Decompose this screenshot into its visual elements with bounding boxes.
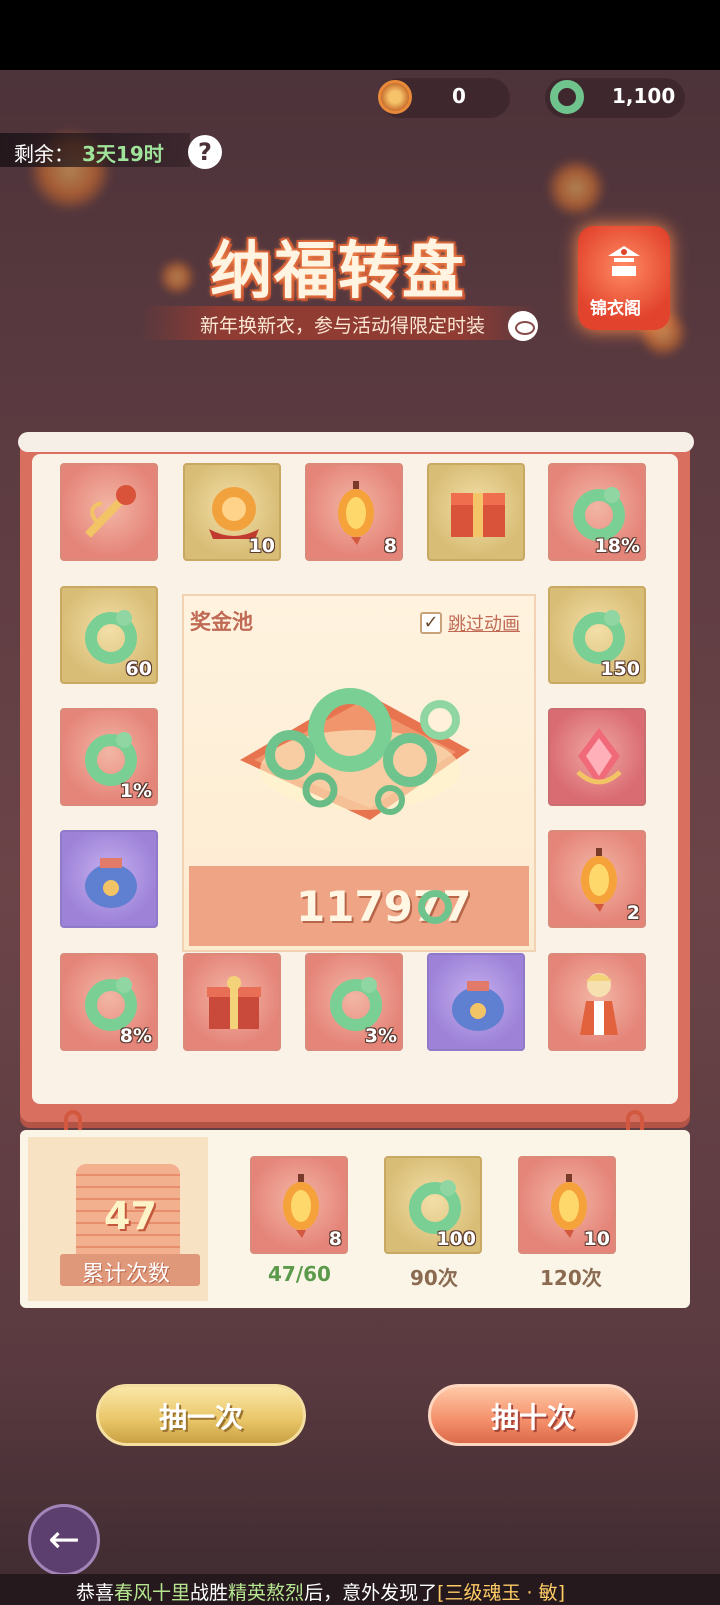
item-quantity: 8 (328, 1228, 342, 1250)
broadcast-text: 恭喜春风十里战胜精英熬烈后，意外发现了[三级魂玉 · 敏] (76, 1578, 565, 1605)
draw-ten-button[interactable]: 抽十次 (428, 1384, 638, 1446)
draw-count-value: 47 (104, 1194, 157, 1238)
item-quantity: 100 (436, 1228, 476, 1250)
help-button[interactable]: ? (188, 135, 222, 169)
item-quantity: 10 (583, 1228, 610, 1250)
ticker-part: 后，意外发现了 (304, 1582, 438, 1604)
jade-pile-image (240, 688, 470, 820)
prize-item-weapon[interactable] (60, 463, 158, 561)
draw-count-label: 累计次数 (82, 1262, 171, 1287)
gift-icon (207, 976, 261, 1029)
crystal-icon (576, 728, 622, 786)
prize-item-lantern[interactable]: 8 (250, 1156, 348, 1254)
prize-item-bag[interactable] (427, 953, 525, 1051)
prize-pool-label: 奖金池 (190, 610, 253, 634)
back-arrow-icon: ← (48, 1517, 80, 1561)
lantern-icon (338, 481, 374, 545)
item-quantity: 1% (119, 780, 152, 802)
prize-item-chest[interactable] (427, 463, 525, 561)
jade-icon (550, 80, 584, 114)
prize-item-jade[interactable]: 1% (60, 708, 158, 806)
event-subtitle: 新年换新衣，参与活动得限定时装 (200, 315, 486, 337)
prize-item-character[interactable] (548, 953, 646, 1051)
item-quantity: 3% (364, 1025, 397, 1047)
skip-animation-checkbox[interactable]: ✓ (420, 612, 442, 634)
milestone-label: 90次 (410, 1266, 458, 1290)
prize-item-jade[interactable]: 18% (548, 463, 646, 561)
timer-label: 剩余： (14, 142, 74, 166)
prize-item-lantern[interactable]: 2 (548, 830, 646, 928)
draw-one-button[interactable]: 抽一次 (96, 1384, 306, 1446)
snow-trim (18, 432, 694, 452)
milestone-label: 120次 (540, 1266, 602, 1290)
coin-icon (378, 80, 412, 114)
skip-animation-label[interactable]: 跳过动画 (448, 610, 520, 636)
prize-item-crystal[interactable] (548, 708, 646, 806)
prize-item-jade[interactable]: 3% (305, 953, 403, 1051)
prize-item-lantern[interactable]: 8 (305, 463, 403, 561)
wardrobe-label: 锦衣阁 (590, 299, 641, 319)
prize-item-lantern[interactable]: 10 (518, 1156, 616, 1254)
bag-icon (85, 858, 137, 908)
item-quantity: 10 (248, 535, 275, 557)
jade-value: 1,100 (612, 84, 676, 108)
prize-item-gift[interactable] (183, 953, 281, 1051)
item-quantity: 2 (626, 902, 640, 924)
chest-icon (451, 493, 505, 537)
weapon-icon (85, 485, 136, 538)
prize-item-jade[interactable]: 100 (384, 1156, 482, 1254)
preview-eye-icon[interactable] (508, 311, 538, 341)
item-quantity: 150 (600, 658, 640, 680)
milestone-label: 47/60 (268, 1262, 331, 1286)
prize-item-bag[interactable] (60, 830, 158, 928)
item-quantity: 8 (383, 535, 397, 557)
prize-item-jade[interactable]: 150 (548, 586, 646, 684)
status-bar (0, 0, 720, 70)
prize-item-jade[interactable]: 60 (60, 586, 158, 684)
bound-jade-icon (418, 890, 452, 924)
prize-item-jade[interactable]: 8% (60, 953, 158, 1051)
ticker-player: 春风十里 (114, 1582, 191, 1604)
item-quantity: 60 (125, 658, 152, 680)
sky-lantern-decoration (548, 160, 604, 216)
lantern-icon (581, 848, 617, 912)
ticker-part: 恭喜 (76, 1582, 115, 1604)
character-icon (580, 973, 618, 1035)
back-button[interactable]: ← (28, 1504, 100, 1576)
coin-value: 0 (452, 84, 466, 108)
prize-item-orb[interactable]: 10 (183, 463, 281, 561)
item-quantity: 18% (594, 535, 640, 557)
bag-icon (452, 981, 504, 1031)
lantern-icon (283, 1174, 319, 1238)
timer-value: 3天19时 (82, 142, 164, 166)
ticker-item: [三级魂玉 · 敏] (437, 1582, 566, 1604)
pavilion-icon (608, 246, 640, 276)
sky-lantern-decoration (160, 260, 194, 294)
ticker-enemy: 精英熬烈 (228, 1582, 305, 1604)
event-title: 纳福转盘 (210, 234, 467, 307)
ticker-part: 战胜 (190, 1582, 229, 1604)
item-quantity: 8% (119, 1025, 152, 1047)
